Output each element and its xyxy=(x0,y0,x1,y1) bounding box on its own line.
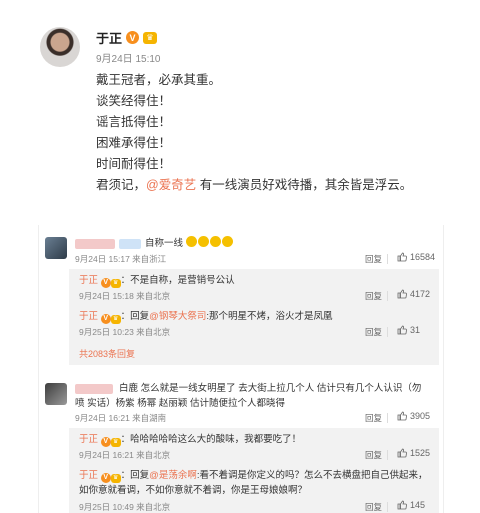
like-button[interactable]: 31 xyxy=(397,325,420,335)
comment-text-content: 自称一线 xyxy=(145,238,184,249)
redacted-name xyxy=(75,239,115,249)
emoji-icon xyxy=(197,236,209,247)
post-line: 戴王冠者，必承其重。 xyxy=(96,73,222,87)
like-button[interactable]: 3905 xyxy=(397,411,430,421)
author-avatar[interactable] xyxy=(40,27,80,67)
thumb-up-icon xyxy=(397,448,407,458)
sub-reply-author[interactable]: 于正 xyxy=(79,470,98,481)
reply-prefix: ：回复 xyxy=(120,311,150,322)
divider xyxy=(387,502,388,512)
weibo-post: 于正 V ♛ 9月24日 15:10 戴王冠者，必承其重。 谈笑经得住！ 谣言抵… xyxy=(0,0,480,205)
sub-reply-content: :那个明星不烤，浴火才是凤凰 xyxy=(206,311,333,322)
post-line: 谈笑经得住！ xyxy=(96,94,172,108)
vip-crown-icon: ♛ xyxy=(110,474,121,483)
like-count: 1525 xyxy=(410,448,431,458)
like-count: 31 xyxy=(410,325,421,335)
commenter-avatar[interactable] xyxy=(45,383,67,405)
divider xyxy=(387,413,388,423)
sub-reply-author[interactable]: 于正 xyxy=(79,275,98,286)
post-line: 谣言抵得住！ xyxy=(96,115,172,129)
sub-reply-author[interactable]: 于正 xyxy=(79,434,98,445)
vip-crown-icon: ♛ xyxy=(110,279,121,288)
redacted-name xyxy=(119,239,141,249)
thumb-up-icon xyxy=(397,325,407,335)
author-row: 于正 V ♛ xyxy=(96,28,158,47)
comment-text: 白鹿 怎么就是一线女明星了 去大街上拉几个人 估计只有几个人认识（勿喷 实话）杨… xyxy=(75,383,422,409)
post-line: 困难承得住！ xyxy=(96,136,172,150)
sub-reply-text: 于正 V ♛ ：回复@是荡余啊:看不着调是你定义的吗？怎么不去横盘把自己供起来，如你… xyxy=(79,468,429,498)
mention-link[interactable]: @钢琴大祭司 xyxy=(149,311,206,322)
reply-button[interactable]: 回复 xyxy=(365,326,382,338)
reply-button[interactable]: 回复 xyxy=(365,449,382,461)
more-replies-link[interactable]: 共2083条回复 xyxy=(79,347,135,360)
post-line-last: 君须记，@爱奇艺 有一线演员好戏待播，其余皆是浮云。 xyxy=(96,175,412,196)
author-name[interactable]: 于正 xyxy=(96,28,122,47)
verified-badge-icon: V xyxy=(100,436,111,447)
sub-reply-time: 9月24日 16:21 来自北京 xyxy=(79,450,171,460)
divider xyxy=(387,450,388,460)
verified-badge-icon: V xyxy=(100,277,111,288)
emoji-icon xyxy=(221,236,233,247)
mention-link[interactable]: @是荡余啊 xyxy=(149,470,197,481)
sub-reply-text: 于正 V ♛ ：不是自称，是营销号公认 xyxy=(79,273,235,288)
post-line-suffix: 有一线演员好戏待播，其余皆是浮云。 xyxy=(196,178,413,192)
comment-text: 自称一线 xyxy=(145,236,234,251)
like-count: 145 xyxy=(410,500,426,510)
comment-time: 9月24日 15:17 来自浙江 xyxy=(75,254,167,264)
sub-reply-text: 于正 V ♛ ：哈哈哈哈哈这么大的酸味，我都要吃了！ xyxy=(79,432,301,447)
sub-reply-author[interactable]: 于正 xyxy=(79,311,98,322)
thumb-up-icon xyxy=(397,411,407,421)
reply-prefix: ：回复 xyxy=(120,470,150,481)
emoji-icon xyxy=(209,236,221,247)
post-time[interactable]: 9月24日 15:10 xyxy=(96,50,161,65)
sub-reply-time: 9月24日 15:18 来自北京 xyxy=(79,291,171,301)
post-line-prefix: 君须记， xyxy=(96,178,147,192)
vip-crown-icon: ♛ xyxy=(110,438,121,447)
reply-button[interactable]: 回复 xyxy=(365,253,382,265)
divider xyxy=(387,327,388,337)
vip-crown-icon: ♛ xyxy=(143,31,158,44)
sub-reply-content: ：哈哈哈哈哈这么大的酸味，我都要吃了！ xyxy=(120,434,302,445)
emoji-icon xyxy=(185,236,197,247)
like-count: 4172 xyxy=(410,289,431,299)
reply-button[interactable]: 回复 xyxy=(365,412,382,424)
like-count: 3905 xyxy=(410,411,431,421)
verified-badge-icon: V xyxy=(126,31,140,44)
vip-crown-icon: ♛ xyxy=(110,315,121,324)
reply-button[interactable]: 回复 xyxy=(365,501,382,513)
sub-reply-time: 9月25日 10:49 来自北京 xyxy=(79,502,171,512)
post-line: 时间耐得住！ xyxy=(96,157,172,171)
comment-time: 9月24日 16:21 来自湖南 xyxy=(75,413,167,423)
reply-button[interactable]: 回复 xyxy=(365,290,382,302)
thumb-up-icon xyxy=(397,500,407,510)
like-button[interactable]: 145 xyxy=(397,500,425,510)
like-button[interactable]: 4172 xyxy=(397,289,430,299)
like-count: 16584 xyxy=(410,252,436,262)
verified-badge-icon: V xyxy=(100,472,111,483)
post-body: 戴王冠者，必承其重。 谈笑经得住！ 谣言抵得住！ 困难承得住！ 时间耐得住！ 君… xyxy=(96,70,412,196)
sub-reply-content: ：不是自称，是营销号公认 xyxy=(120,275,235,286)
divider xyxy=(387,291,388,301)
commenter-avatar[interactable] xyxy=(45,237,67,259)
thumb-up-icon xyxy=(397,252,407,262)
mention-link[interactable]: @爱奇艺 xyxy=(146,178,196,192)
verified-badge-icon: V xyxy=(100,313,111,324)
comments-panel: 自称一线 9月24日 15:17 来自浙江 回复 16584 于正 V ♛ ：不是自… xyxy=(38,225,444,513)
sub-reply-time: 9月25日 10:23 来自北京 xyxy=(79,327,171,337)
like-button[interactable]: 16584 xyxy=(397,252,435,262)
section-gap xyxy=(0,205,480,223)
thumb-up-icon xyxy=(397,289,407,299)
like-button[interactable]: 1525 xyxy=(397,448,430,458)
divider xyxy=(387,254,388,264)
sub-reply-text: 于正 V ♛ ：回复@钢琴大祭司:那个明星不烤，浴火才是凤凰 xyxy=(79,309,332,324)
